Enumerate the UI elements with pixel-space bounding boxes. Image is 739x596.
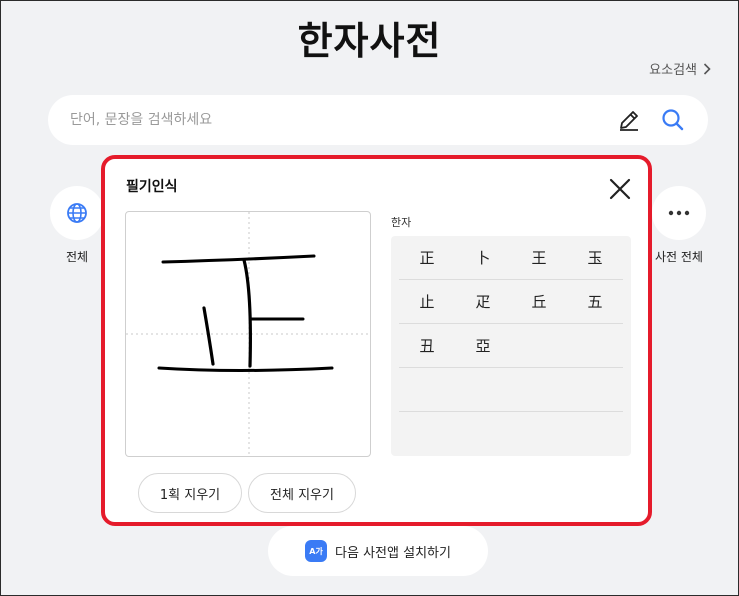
search-icon[interactable] bbox=[660, 107, 686, 133]
result-row: 止 疋 丘 五 bbox=[399, 280, 623, 324]
result-list: 正 卜 王 玉 止 疋 丘 五 丑 亞 bbox=[391, 236, 631, 456]
result-char[interactable]: 丑 bbox=[399, 335, 455, 356]
app-install-banner[interactable]: A가 다음 사전앱 설치하기 bbox=[268, 526, 488, 576]
result-char[interactable]: 丘 bbox=[511, 291, 567, 312]
result-char[interactable]: 止 bbox=[399, 291, 455, 312]
clear-all-button[interactable]: 전체 지우기 bbox=[248, 473, 356, 513]
category-all[interactable]: 전체 bbox=[49, 186, 105, 265]
pen-icon[interactable] bbox=[616, 107, 642, 133]
globe-icon bbox=[67, 203, 87, 223]
app-icon: A가 bbox=[305, 540, 328, 562]
category-all-dictionaries[interactable]: 사전 전체 bbox=[648, 186, 710, 265]
handwriting-panel: 필기인식 한자 正 卜 王 玉 止 疋 丘 五 丑 亞 1획 지우기 전체 지우… bbox=[101, 155, 652, 526]
result-row: 正 卜 王 玉 bbox=[399, 236, 623, 280]
result-char[interactable]: 卜 bbox=[455, 247, 511, 268]
page-title: 한자사전 bbox=[297, 19, 442, 63]
category-all-circle bbox=[50, 186, 104, 240]
search-input[interactable] bbox=[70, 112, 616, 128]
result-char[interactable]: 正 bbox=[399, 247, 455, 268]
result-row bbox=[399, 368, 623, 412]
undo-stroke-button[interactable]: 1획 지우기 bbox=[138, 473, 242, 513]
result-char[interactable]: 疋 bbox=[455, 291, 511, 312]
more-dots-icon bbox=[668, 210, 690, 216]
app-install-label: 다음 사전앱 설치하기 bbox=[335, 545, 451, 561]
category-all-label: 전체 bbox=[65, 250, 89, 264]
chevron-right-icon bbox=[703, 62, 711, 75]
handwriting-title: 필기인식 bbox=[126, 179, 178, 195]
category-all-dictionaries-label: 사전 전체 bbox=[655, 250, 703, 264]
result-row bbox=[399, 412, 623, 456]
result-char[interactable]: 亞 bbox=[455, 335, 511, 356]
handwriting-canvas[interactable] bbox=[125, 211, 371, 457]
result-row: 丑 亞 bbox=[399, 324, 623, 368]
result-char[interactable]: 王 bbox=[511, 247, 567, 268]
result-char[interactable]: 五 bbox=[567, 291, 623, 312]
category-all-dictionaries-circle bbox=[652, 186, 706, 240]
handwriting-strokes bbox=[126, 212, 370, 456]
advanced-search-link[interactable]: 요소검색 bbox=[649, 59, 711, 78]
result-char[interactable]: 玉 bbox=[567, 247, 623, 268]
search-bar bbox=[48, 95, 708, 145]
result-label: 한자 bbox=[391, 216, 412, 229]
close-icon[interactable] bbox=[608, 177, 632, 201]
advanced-search-label: 요소검색 bbox=[649, 63, 697, 78]
